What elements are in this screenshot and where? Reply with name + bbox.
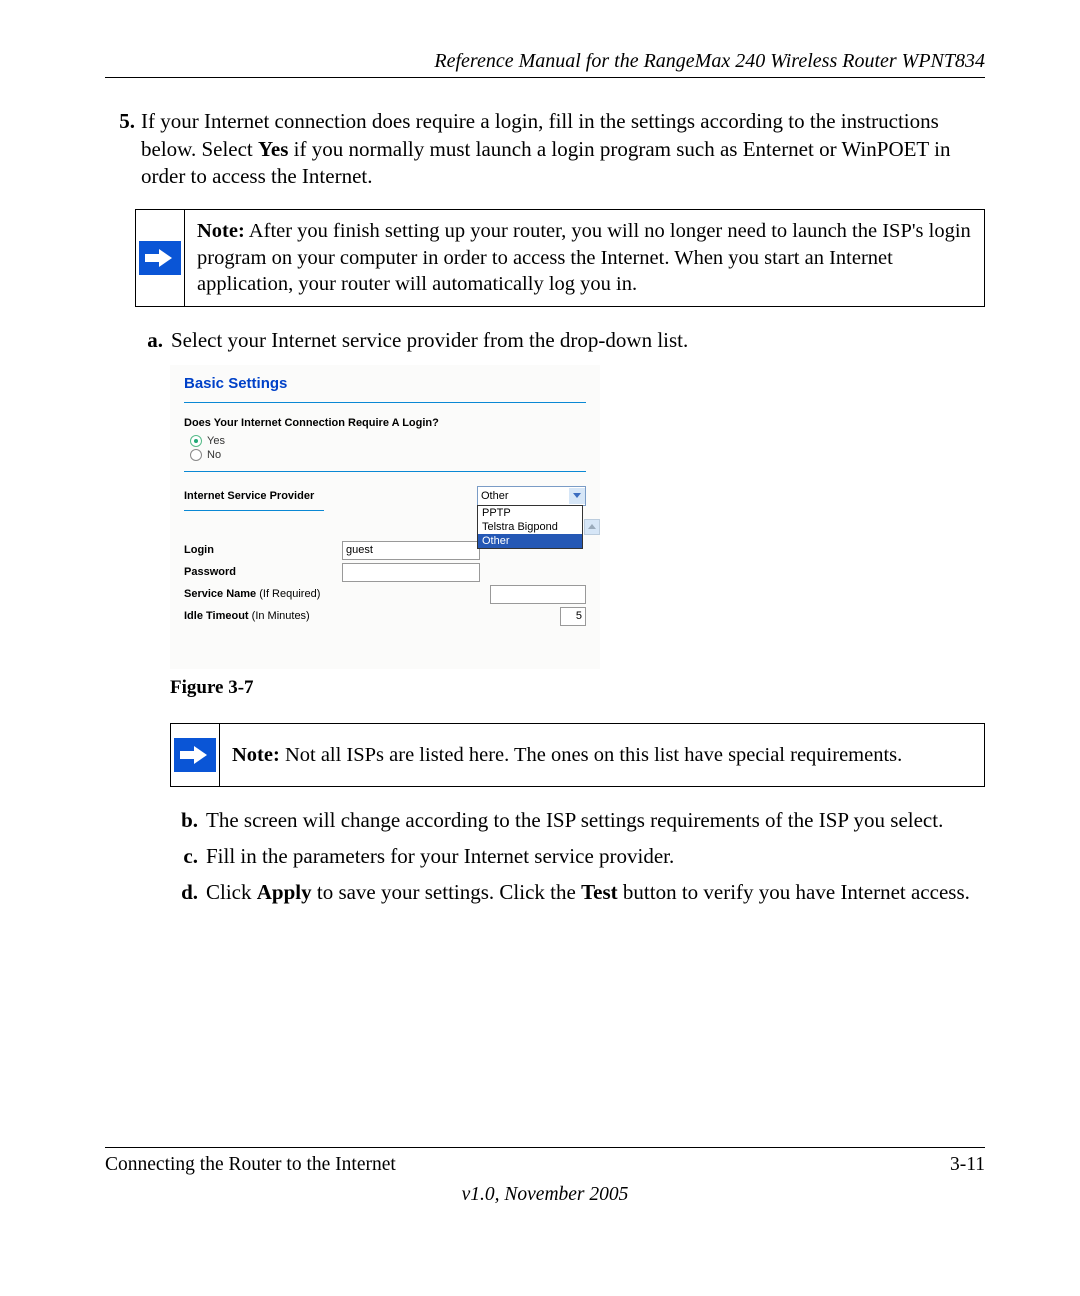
substep-c-label: c. bbox=[170, 843, 206, 871]
substep-d-label: d. bbox=[170, 879, 206, 907]
login-value: guest bbox=[346, 544, 373, 556]
radio-no[interactable]: No bbox=[190, 449, 586, 461]
isp-option-other[interactable]: Other bbox=[478, 534, 582, 548]
step-5-body: If your Internet connection does require… bbox=[141, 108, 985, 191]
radio-no-circle[interactable] bbox=[190, 449, 202, 461]
radio-yes-label: Yes bbox=[207, 435, 225, 447]
note-arrow-icon bbox=[174, 738, 216, 772]
note-box-1: Note: After you finish setting up your r… bbox=[135, 209, 985, 307]
scroll-up-icon[interactable] bbox=[584, 519, 600, 535]
note-arrow-icon bbox=[139, 241, 181, 275]
isp-dropdown-list[interactable]: PPTP Telstra Bigpond Other bbox=[477, 505, 583, 549]
note-1-text: Note: After you finish setting up your r… bbox=[184, 210, 984, 306]
radio-yes-circle[interactable] bbox=[190, 435, 202, 447]
substep-b: b. The screen will change according to t… bbox=[170, 807, 985, 835]
note-icon-cell bbox=[136, 235, 184, 281]
note-2-body: Not all ISPs are listed here. The ones o… bbox=[280, 744, 902, 766]
isp-label: Internet Service Provider bbox=[184, 490, 314, 502]
note-1-label: Note: bbox=[197, 220, 245, 242]
substep-b-label: b. bbox=[170, 807, 206, 835]
substep-c: c. Fill in the parameters for your Inter… bbox=[170, 843, 985, 871]
login-required-question: Does Your Internet Connection Require A … bbox=[184, 417, 586, 429]
figure-3-7: Basic Settings Does Your Internet Connec… bbox=[170, 365, 600, 669]
service-name-label: Service Name (If Required) bbox=[184, 588, 320, 600]
note-box-2: Note: Not all ISPs are listed here. The … bbox=[170, 723, 985, 788]
step-5-number: 5. bbox=[105, 108, 141, 191]
login-label: Login bbox=[184, 544, 214, 556]
substep-c-body: Fill in the parameters for your Internet… bbox=[206, 843, 985, 871]
substep-a: a. Select your Internet service provider… bbox=[135, 327, 985, 355]
substep-a-body: Select your Internet service provider fr… bbox=[171, 327, 985, 355]
password-input[interactable] bbox=[342, 563, 480, 582]
note-2-label: Note: bbox=[232, 744, 280, 766]
substep-b-body: The screen will change according to the … bbox=[206, 807, 985, 835]
password-label: Password bbox=[184, 566, 236, 578]
figure-caption: Figure 3-7 bbox=[170, 677, 985, 699]
isp-selected-value: Other bbox=[481, 490, 509, 502]
footer-version: v1.0, November 2005 bbox=[105, 1184, 985, 1206]
login-input[interactable]: guest bbox=[342, 541, 480, 560]
note-2-text: Note: Not all ISPs are listed here. The … bbox=[219, 724, 984, 787]
footer-rule bbox=[105, 1147, 985, 1148]
isp-dropdown[interactable]: Other bbox=[477, 486, 586, 506]
page-header: Reference Manual for the RangeMax 240 Wi… bbox=[105, 50, 985, 73]
service-name-input[interactable] bbox=[490, 585, 586, 604]
page-footer: Connecting the Router to the Internet 3-… bbox=[105, 1147, 985, 1206]
radio-yes[interactable]: Yes bbox=[190, 435, 586, 447]
radio-no-label: No bbox=[207, 449, 221, 461]
divider bbox=[184, 471, 586, 472]
divider bbox=[184, 510, 324, 511]
idle-timeout-value: 5 bbox=[576, 610, 582, 622]
substep-a-label: a. bbox=[135, 327, 171, 355]
idle-timeout-input[interactable]: 5 bbox=[560, 607, 586, 626]
header-rule bbox=[105, 77, 985, 78]
substep-d: d. Click Apply to save your settings. Cl… bbox=[170, 879, 985, 907]
step-5-bold-yes: Yes bbox=[258, 137, 288, 161]
isp-option-telstra[interactable]: Telstra Bigpond bbox=[478, 520, 582, 534]
basic-settings-heading: Basic Settings bbox=[184, 375, 586, 392]
divider bbox=[184, 402, 586, 403]
idle-timeout-label: Idle Timeout (In Minutes) bbox=[184, 610, 310, 622]
footer-left: Connecting the Router to the Internet bbox=[105, 1154, 396, 1176]
substep-d-body: Click Apply to save your settings. Click… bbox=[206, 879, 985, 907]
step-5: 5. If your Internet connection does requ… bbox=[105, 108, 985, 191]
note-1-body: After you finish setting up your router,… bbox=[197, 220, 971, 295]
note-icon-cell bbox=[171, 732, 219, 778]
isp-option-pptp[interactable]: PPTP bbox=[478, 506, 582, 520]
chevron-down-icon[interactable] bbox=[569, 488, 585, 504]
footer-right: 3-11 bbox=[950, 1154, 985, 1176]
